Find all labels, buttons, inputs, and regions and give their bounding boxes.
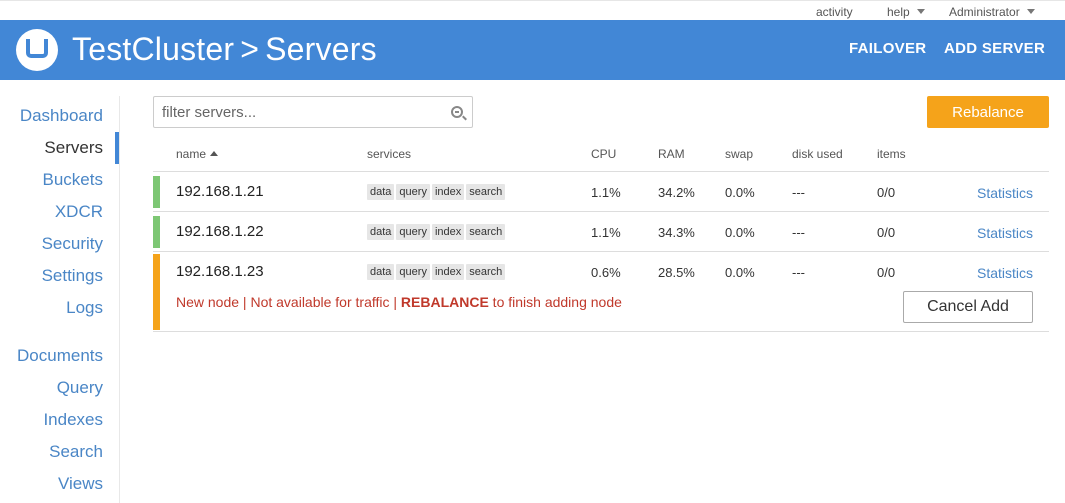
page-name: Servers bbox=[265, 31, 377, 67]
swap-value: 0.0% bbox=[725, 225, 755, 240]
sort-ascending-icon bbox=[210, 151, 219, 156]
sidebar-item-indexes[interactable]: Indexes bbox=[43, 410, 103, 430]
user-menu[interactable]: Administrator bbox=[949, 5, 1035, 19]
failover-button[interactable]: FAILOVER bbox=[849, 40, 926, 57]
disk-used-value: --- bbox=[792, 225, 805, 240]
status-indicator bbox=[153, 254, 160, 330]
couchbase-logo-icon[interactable] bbox=[16, 29, 58, 71]
service-badge: data bbox=[367, 264, 395, 280]
sidebar-item-documents[interactable]: Documents bbox=[17, 346, 103, 366]
activity-link[interactable]: activity bbox=[816, 5, 853, 19]
statistics-link[interactable]: Statistics bbox=[977, 185, 1033, 201]
user-label: Administrator bbox=[949, 5, 1020, 19]
chevron-down-icon bbox=[916, 9, 925, 14]
service-badge: query bbox=[396, 264, 430, 280]
sidebar-item-views[interactable]: Views bbox=[58, 474, 103, 494]
cpu-value: 0.6% bbox=[591, 265, 621, 280]
status-indicator bbox=[153, 176, 160, 208]
service-badge: query bbox=[396, 184, 430, 200]
search-icon[interactable] bbox=[451, 106, 463, 118]
top-utility-bar: activity help Administrator bbox=[0, 0, 1065, 20]
disk-used-value: --- bbox=[792, 265, 805, 280]
filter-box bbox=[153, 96, 473, 128]
column-header-swap[interactable]: swap bbox=[725, 147, 753, 161]
sidebar-nav: Dashboard Servers Buckets XDCR Security … bbox=[0, 96, 120, 503]
table-row[interactable]: 192.168.1.22 data query index search 1.1% 3… bbox=[153, 211, 1049, 251]
table-row[interactable]: 192.168.1.21 data query index search 1.1% 3… bbox=[153, 171, 1049, 211]
sidebar-item-servers[interactable]: Servers bbox=[44, 138, 103, 158]
page-title: TestCluster > Servers bbox=[72, 31, 377, 68]
column-header-services: services bbox=[367, 147, 412, 161]
items-value: 0/0 bbox=[877, 265, 896, 280]
service-badge: index bbox=[431, 184, 465, 200]
sidebar-item-buckets[interactable]: Buckets bbox=[43, 170, 103, 190]
sidebar-item-dashboard[interactable]: Dashboard bbox=[20, 106, 103, 126]
server-ip: 192.168.1.21 bbox=[176, 183, 264, 200]
swap-value: 0.0% bbox=[725, 265, 755, 280]
help-label: help bbox=[887, 5, 910, 19]
add-server-button[interactable]: ADD SERVER bbox=[944, 40, 1045, 57]
statistics-link[interactable]: Statistics bbox=[977, 265, 1033, 281]
chevron-down-icon bbox=[1026, 9, 1035, 14]
services-list: data query index search bbox=[367, 222, 507, 240]
items-value: 0/0 bbox=[877, 225, 896, 240]
column-header-items[interactable]: items bbox=[877, 147, 906, 161]
service-badge: index bbox=[431, 224, 465, 240]
rebalance-button[interactable]: Rebalance bbox=[927, 96, 1049, 128]
service-badge: data bbox=[367, 224, 395, 240]
active-nav-indicator bbox=[115, 132, 119, 164]
statistics-link[interactable]: Statistics bbox=[977, 225, 1033, 241]
status-indicator bbox=[153, 216, 160, 248]
service-badge: search bbox=[466, 184, 506, 200]
services-list: data query index search bbox=[367, 262, 507, 280]
items-value: 0/0 bbox=[877, 185, 896, 200]
node-warning-message: New node | Not available for traffic | R… bbox=[176, 294, 622, 310]
sidebar-item-xdcr[interactable]: XDCR bbox=[55, 202, 103, 222]
server-ip: 192.168.1.23 bbox=[176, 263, 264, 280]
service-badge: search bbox=[466, 224, 506, 240]
sidebar-item-logs[interactable]: Logs bbox=[66, 298, 103, 318]
cancel-add-button[interactable]: Cancel Add bbox=[903, 291, 1033, 323]
cpu-value: 1.1% bbox=[591, 225, 621, 240]
warning-text-post: to finish adding node bbox=[488, 294, 622, 310]
sidebar-item-settings[interactable]: Settings bbox=[42, 266, 103, 286]
help-menu[interactable]: help bbox=[887, 5, 925, 19]
column-header-disk-used[interactable]: disk used bbox=[792, 147, 843, 161]
column-header-name[interactable]: name bbox=[176, 147, 219, 161]
disk-used-value: --- bbox=[792, 185, 805, 200]
sidebar-item-security[interactable]: Security bbox=[42, 234, 103, 254]
service-badge: search bbox=[466, 264, 506, 280]
ram-value: 34.2% bbox=[658, 185, 695, 200]
service-badge: query bbox=[396, 224, 430, 240]
rebalance-warning-link: REBALANCE bbox=[400, 294, 489, 310]
column-header-ram[interactable]: RAM bbox=[658, 147, 685, 161]
cluster-name: TestCluster bbox=[72, 31, 235, 67]
column-name-label: name bbox=[176, 147, 207, 161]
swap-value: 0.0% bbox=[725, 185, 755, 200]
services-list: data query index search bbox=[367, 182, 507, 200]
breadcrumb-separator: > bbox=[240, 31, 260, 67]
sidebar-item-search[interactable]: Search bbox=[49, 442, 103, 462]
table-row[interactable]: 192.168.1.23 data query index search 0.6% 2… bbox=[153, 251, 1049, 332]
warning-text-pre: New node | Not available for traffic | bbox=[176, 294, 401, 310]
server-ip: 192.168.1.22 bbox=[176, 223, 264, 240]
service-badge: index bbox=[431, 264, 465, 280]
ram-value: 28.5% bbox=[658, 265, 695, 280]
column-header-cpu[interactable]: CPU bbox=[591, 147, 616, 161]
app-header: TestCluster > Servers FAILOVER ADD SERVER bbox=[0, 20, 1065, 80]
cpu-value: 1.1% bbox=[591, 185, 621, 200]
ram-value: 34.3% bbox=[658, 225, 695, 240]
filter-servers-input[interactable] bbox=[154, 97, 444, 127]
sidebar-item-query[interactable]: Query bbox=[57, 378, 103, 398]
service-badge: data bbox=[367, 184, 395, 200]
